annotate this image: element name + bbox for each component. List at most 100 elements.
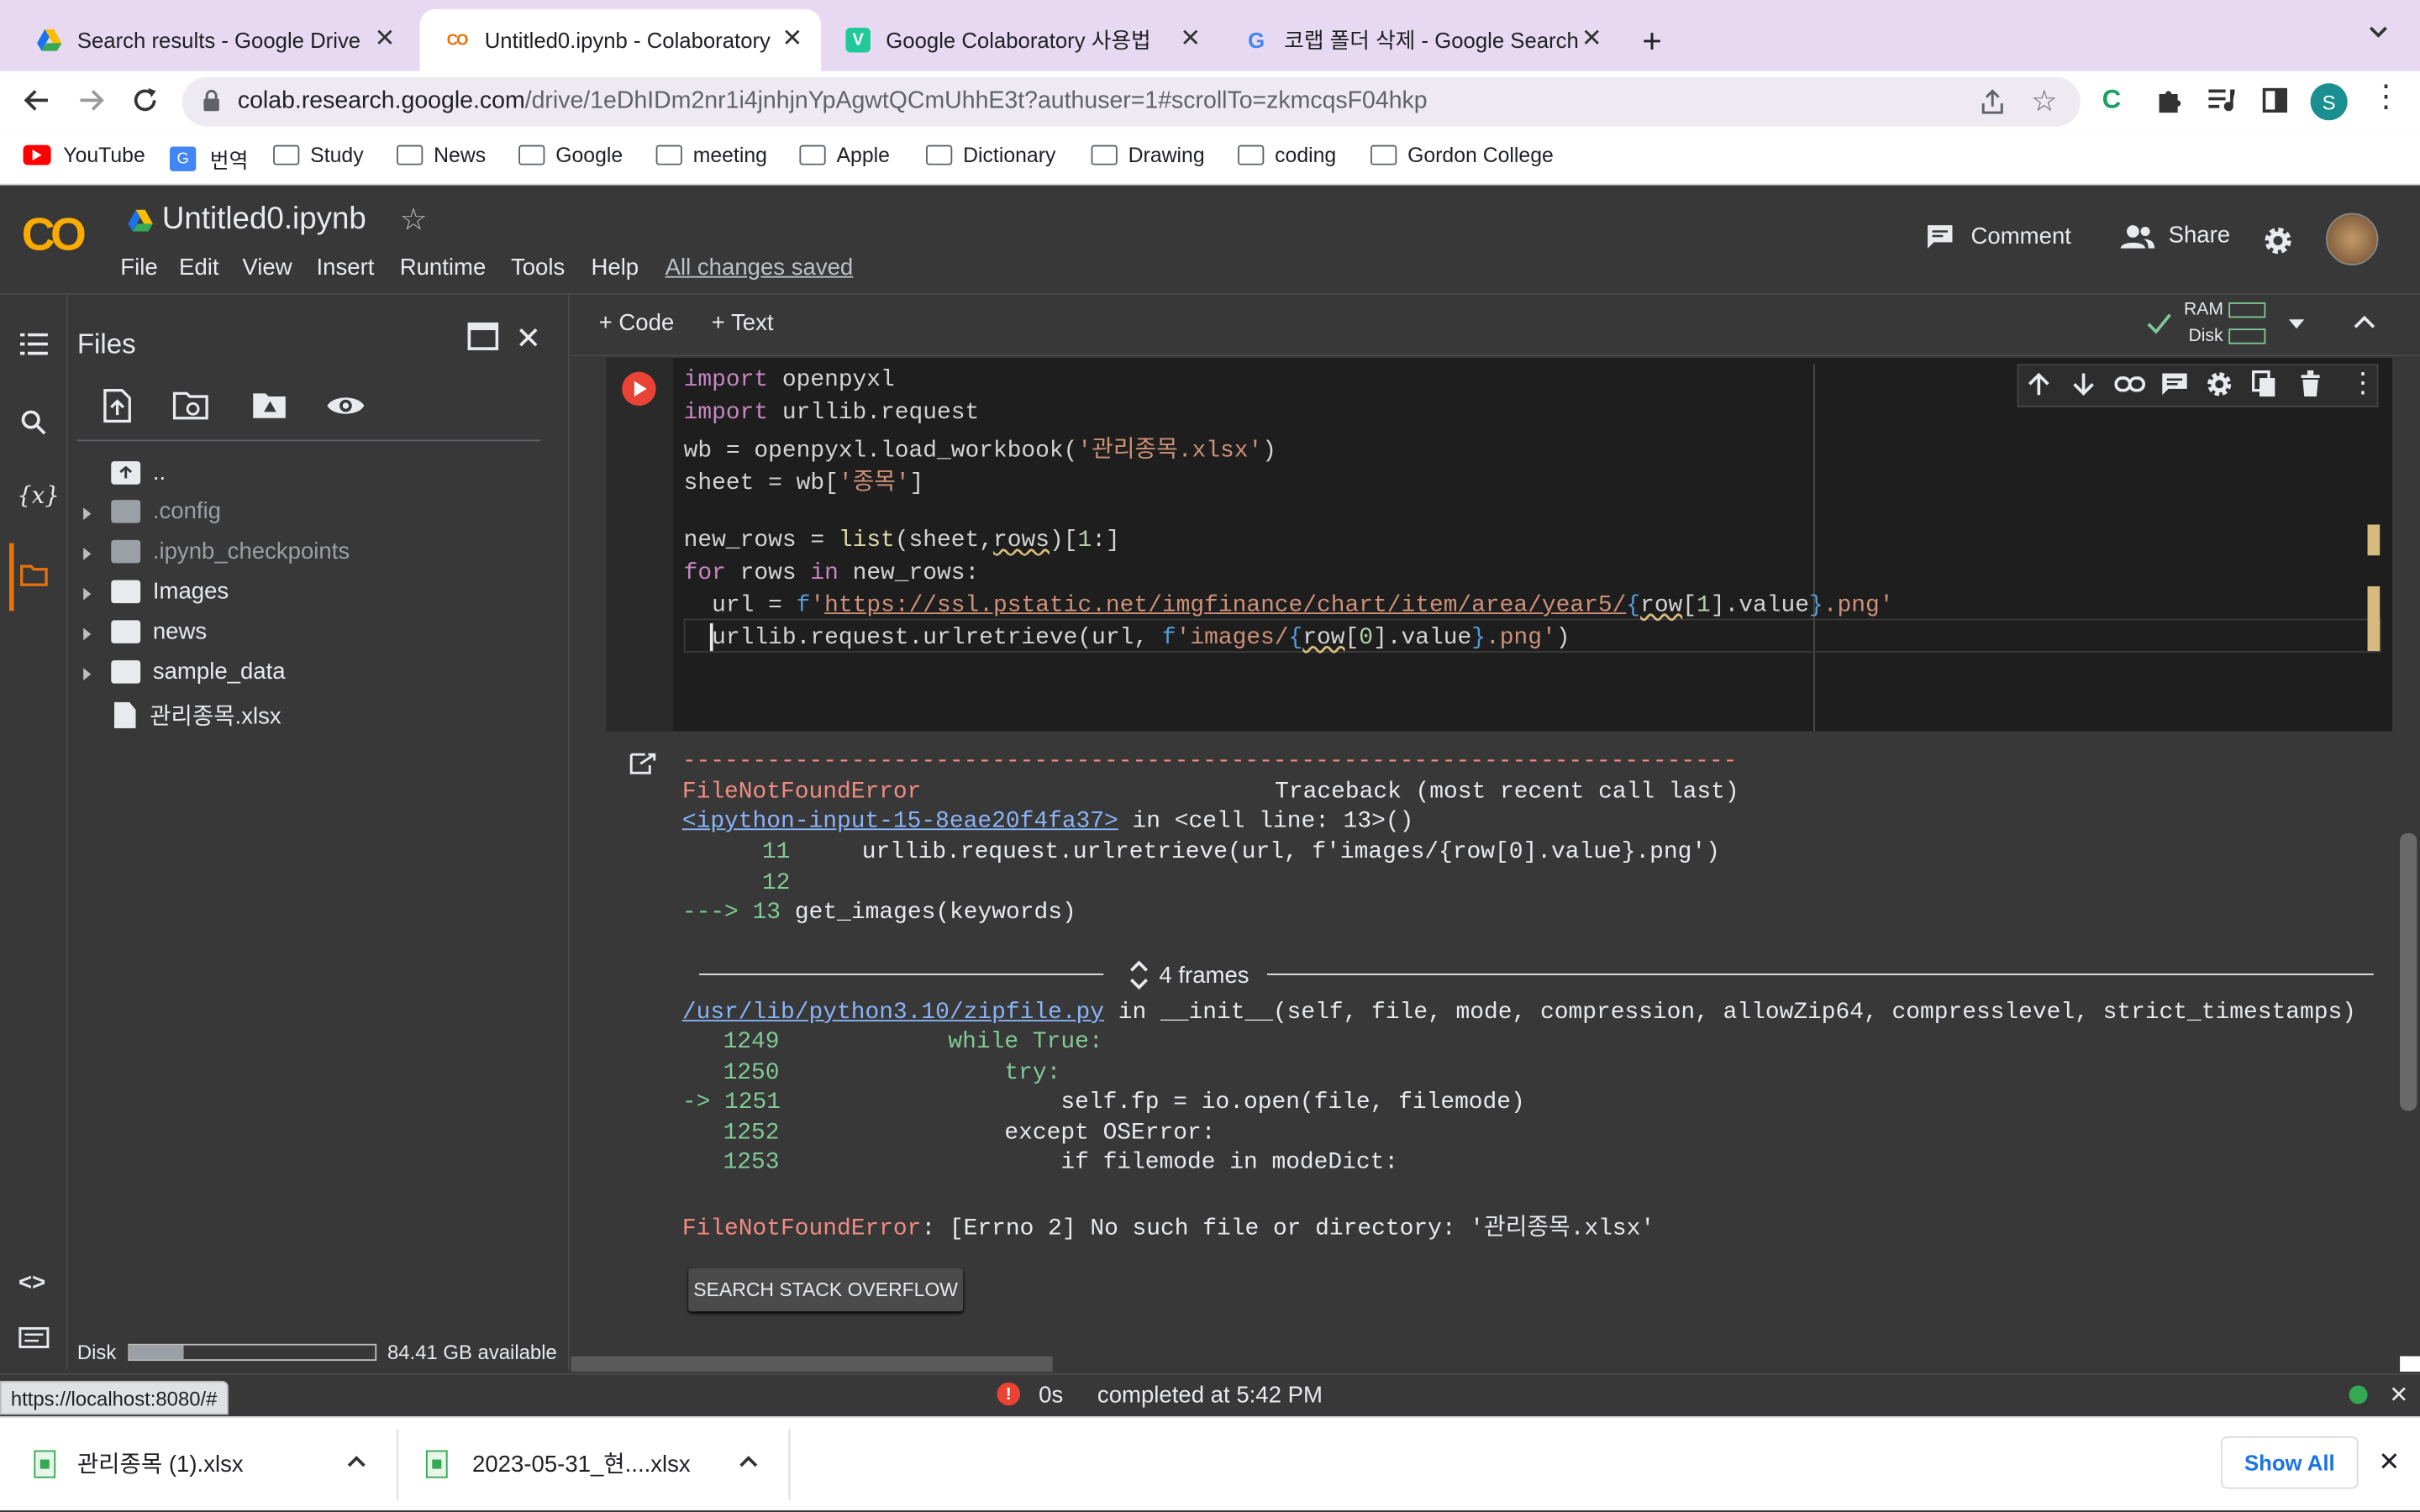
close-icon[interactable]: ✕ [375, 24, 396, 55]
search-icon[interactable] [20, 409, 46, 435]
expand-caret-icon[interactable] [83, 507, 92, 520]
bookmark-youtube[interactable]: YouTube [23, 144, 145, 166]
forward-icon[interactable] [76, 85, 107, 116]
colab-logo[interactable]: CO [22, 210, 87, 262]
open-in-tab-icon[interactable] [467, 322, 499, 350]
file-item-config[interactable]: .config [83, 498, 221, 524]
media-controls-icon[interactable] [2207, 88, 2235, 113]
horizontal-scrollbar[interactable] [571, 1356, 1053, 1372]
tab-google-search[interactable]: G 코랩 폴더 삭제 - Google Search ✕ [1219, 9, 1621, 71]
bookmark-news[interactable]: News [397, 144, 486, 166]
bookmark-coding[interactable]: coding [1238, 144, 1336, 166]
code-snippets-icon[interactable]: <> [18, 1270, 45, 1296]
bookmark-apple[interactable]: Apple [799, 144, 890, 166]
delete-trash-icon[interactable] [2300, 370, 2322, 398]
bookmark-star-icon[interactable]: ☆ [2031, 85, 2057, 120]
file-item-parent[interactable]: .. [83, 459, 166, 486]
tab-search-chevron-icon[interactable] [2368, 24, 2390, 39]
collapse-chevron-icon[interactable] [2354, 315, 2375, 330]
file-item-news[interactable]: news [83, 619, 207, 645]
close-panel-icon[interactable]: ✕ [515, 319, 541, 358]
bookmark-meeting[interactable]: meeting [655, 144, 767, 166]
file-item-sample-data[interactable]: sample_data [83, 659, 286, 685]
share-page-icon[interactable] [1981, 88, 2005, 116]
toc-icon[interactable] [19, 333, 48, 355]
bookmark-google[interactable]: Google [518, 144, 623, 166]
show-all-button[interactable]: Show All [2221, 1436, 2359, 1489]
more-options-icon[interactable]: ⋮ [2349, 367, 2377, 398]
tab-google-drive[interactable]: Search results - Google Drive ✕ [13, 9, 414, 71]
add-text-button[interactable]: + Text [712, 310, 774, 336]
tab-colab[interactable]: CO Untitled0.ipynb - Colaboratory ✕ [419, 9, 822, 71]
ipython-input-link[interactable]: <ipython-input-15-8eae20f4fa37> [682, 807, 1118, 835]
close-downloads-icon[interactable]: ✕ [2378, 1447, 2400, 1478]
lock-icon[interactable] [203, 89, 221, 113]
extensions-puzzle-icon[interactable] [2154, 87, 2182, 114]
close-status-icon[interactable]: ✕ [2389, 1381, 2408, 1409]
download-item-1[interactable]: 관리종목 (1).xlsx [34, 1447, 244, 1480]
bookmark-drawing[interactable]: Drawing [1091, 144, 1205, 166]
terminal-icon[interactable] [18, 1326, 50, 1349]
mirror-cell-icon[interactable] [2251, 370, 2276, 398]
menu-insert[interactable]: Insert [317, 255, 375, 281]
zipfile-link[interactable]: /usr/lib/python3.10/zipfile.py [682, 998, 1104, 1026]
new-tab-icon[interactable]: + [1642, 22, 1662, 62]
url-text[interactable]: colab.research.google.com/drive/1eDhIDm2… [238, 88, 1428, 116]
notebook-title[interactable]: Untitled0.ipynb [162, 202, 366, 238]
file-item-xlsx[interactable]: 관리종목.xlsx [83, 699, 281, 732]
expand-caret-icon[interactable] [83, 587, 92, 601]
profile-avatar[interactable]: S [2310, 83, 2348, 121]
refresh-folder-icon[interactable] [172, 391, 210, 422]
menu-view[interactable]: View [242, 255, 292, 281]
search-stack-overflow-button[interactable]: SEARCH STACK OVERFLOW [688, 1268, 964, 1312]
side-panel-icon[interactable] [2262, 87, 2288, 113]
close-icon[interactable]: ✕ [1180, 24, 1201, 55]
add-code-button[interactable]: + Code [599, 310, 675, 336]
mount-drive-icon[interactable] [251, 391, 288, 422]
files-folder-icon[interactable] [20, 564, 48, 586]
download-chevron-icon[interactable] [739, 1455, 758, 1467]
variables-icon[interactable]: {x} [17, 481, 60, 509]
share-button[interactable]: Share [2120, 222, 2230, 249]
show-hidden-eye-icon[interactable] [326, 392, 366, 420]
move-up-icon[interactable] [2028, 372, 2049, 396]
bookmark-translate[interactable]: G 번역 [170, 144, 248, 175]
menu-file[interactable]: File [120, 255, 157, 281]
reload-icon[interactable] [129, 85, 160, 116]
close-icon[interactable]: ✕ [1581, 24, 1602, 55]
completed-status[interactable]: completed at 5:42 PM [1097, 1383, 1323, 1409]
comment-button[interactable]: Comment [1924, 222, 2071, 249]
menu-tools[interactable]: Tools [511, 255, 565, 281]
close-icon[interactable]: ✕ [781, 24, 802, 55]
move-down-icon[interactable] [2073, 372, 2095, 396]
extension-c-icon[interactable]: C [2102, 85, 2122, 116]
expand-caret-icon[interactable] [83, 548, 92, 560]
bookmark-gordon-college[interactable]: Gordon College [1370, 144, 1554, 166]
vertical-scrollbar[interactable] [2400, 832, 2417, 1111]
comment-cell-icon[interactable] [2160, 372, 2188, 396]
star-icon[interactable]: ☆ [400, 201, 428, 239]
menu-edit[interactable]: Edit [179, 255, 218, 281]
menu-runtime[interactable]: Runtime [400, 255, 487, 281]
expand-caret-icon[interactable] [83, 668, 92, 680]
settings-gear-icon[interactable] [2263, 225, 2294, 256]
upload-file-icon[interactable] [102, 389, 133, 423]
ram-meter[interactable] [2228, 302, 2266, 318]
save-status[interactable]: All changes saved [666, 255, 854, 281]
bookmark-study[interactable]: Study [273, 144, 364, 166]
disk-meter[interactable] [2228, 328, 2266, 344]
output-clear-icon[interactable] [629, 751, 657, 775]
tab-colab-guide[interactable]: V Google Colaboratory 사용법 ✕ [821, 9, 1219, 71]
cell-settings-icon[interactable] [2206, 370, 2233, 398]
run-cell-button[interactable] [622, 371, 656, 407]
chrome-menu-icon[interactable]: ⋮ [2370, 81, 2402, 113]
bookmark-dictionary[interactable]: Dictionary [926, 144, 1055, 166]
download-chevron-icon[interactable] [347, 1455, 366, 1467]
back-icon[interactable] [22, 85, 53, 116]
menu-help[interactable]: Help [591, 255, 639, 281]
user-avatar[interactable] [2325, 213, 2379, 265]
file-item-ipynb-checkpoints[interactable]: .ipynb_checkpoints [83, 538, 350, 564]
resources-dropdown-icon[interactable] [2288, 319, 2305, 329]
expand-caret-icon[interactable] [83, 627, 92, 641]
link-icon[interactable] [2114, 375, 2146, 393]
